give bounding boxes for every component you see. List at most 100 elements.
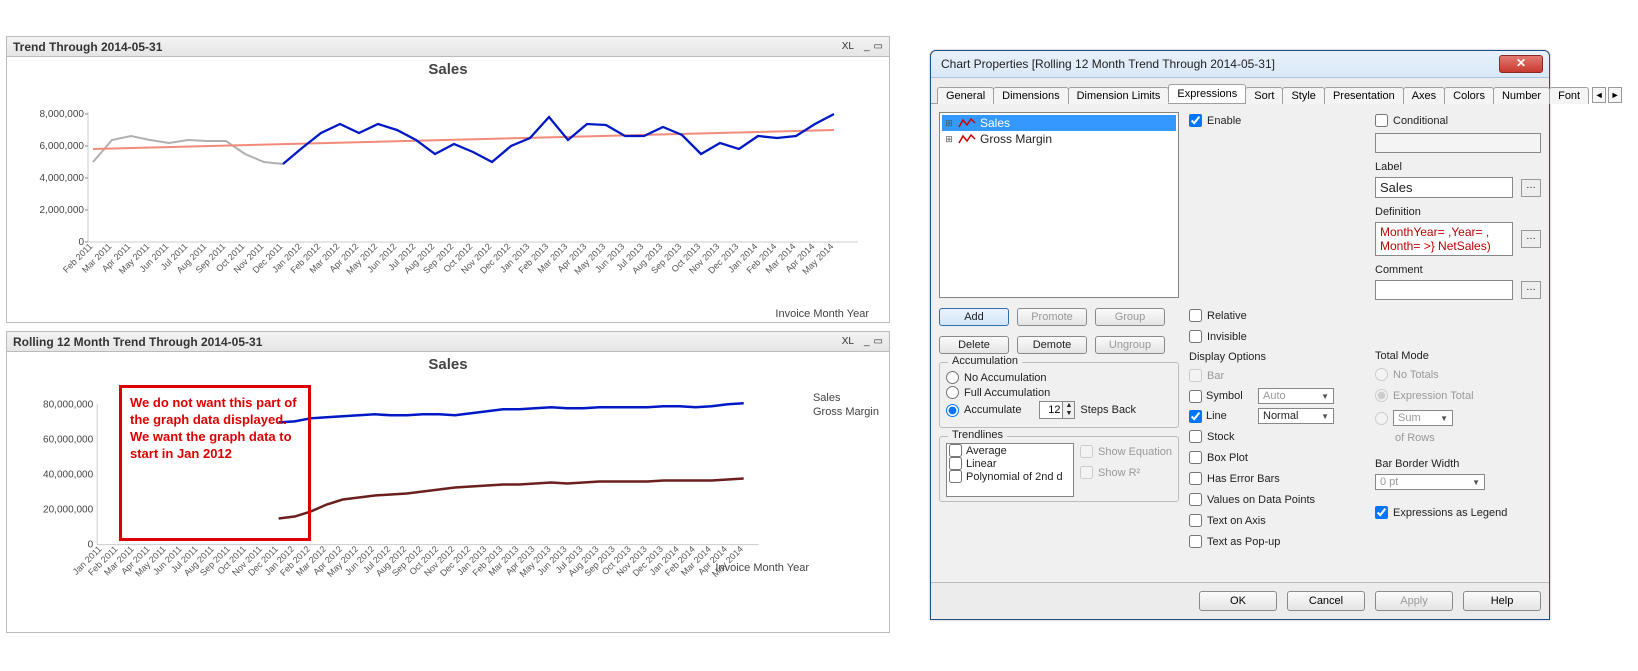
svg-text:80,000,000: 80,000,000 bbox=[43, 399, 94, 410]
check-enable[interactable] bbox=[1189, 114, 1202, 127]
steps-back-input[interactable] bbox=[1040, 402, 1062, 418]
tab-expressions[interactable]: Expressions bbox=[1168, 84, 1246, 103]
expand-icon[interactable]: ⊞ bbox=[944, 118, 954, 129]
tab-number[interactable]: Number bbox=[1493, 87, 1550, 104]
tab-colors[interactable]: Colors bbox=[1444, 87, 1494, 104]
check-trend-avg[interactable] bbox=[949, 444, 962, 457]
help-button[interactable]: Help bbox=[1463, 591, 1541, 611]
tab-dimensions[interactable]: Dimensions bbox=[993, 87, 1068, 104]
demote-button[interactable]: Demote bbox=[1017, 336, 1087, 354]
definition-input[interactable]: MonthYear= ,Year= , Month= >} NetSales) bbox=[1375, 222, 1513, 256]
check-stock[interactable] bbox=[1189, 430, 1202, 443]
symbol-select[interactable]: Auto▼ bbox=[1258, 388, 1334, 404]
ungroup-button[interactable]: Ungroup bbox=[1095, 336, 1165, 354]
tree-item-sales[interactable]: ⊞ Sales bbox=[942, 115, 1176, 131]
label-conditional: Conditional bbox=[1393, 115, 1448, 127]
tab-presentation[interactable]: Presentation bbox=[1324, 87, 1404, 104]
dialog-close-button[interactable]: ✕ bbox=[1499, 55, 1543, 73]
ok-button[interactable]: OK bbox=[1199, 591, 1277, 611]
chart2-xl-menu[interactable]: XL bbox=[842, 336, 854, 347]
radio-no-accum[interactable] bbox=[946, 371, 959, 384]
dialog-titlebar[interactable]: Chart Properties [Rolling 12 Month Trend… bbox=[931, 51, 1549, 78]
check-symbol[interactable] bbox=[1189, 390, 1202, 403]
check-values-on-pts[interactable] bbox=[1189, 493, 1202, 506]
check-trend-poly2[interactable] bbox=[949, 470, 962, 483]
spin-up-icon[interactable]: ▲ bbox=[1063, 402, 1074, 410]
check-boxplot[interactable] bbox=[1189, 451, 1202, 464]
tab-sort[interactable]: Sort bbox=[1245, 87, 1283, 104]
tab-dimension-limits[interactable]: Dimension Limits bbox=[1068, 87, 1170, 104]
delete-button[interactable]: Delete bbox=[939, 336, 1009, 354]
radio-no-totals bbox=[1375, 368, 1388, 381]
label-error-bars: Has Error Bars bbox=[1207, 473, 1280, 485]
check-relative[interactable] bbox=[1189, 309, 1202, 322]
tree-item-gm[interactable]: ⊞ Gross Margin bbox=[942, 131, 1176, 147]
chart1-maximize-icon[interactable]: ▭ bbox=[874, 41, 883, 52]
apply-button[interactable]: Apply bbox=[1375, 591, 1453, 611]
check-expr-legend[interactable] bbox=[1375, 506, 1388, 519]
definition-ellipsis-button[interactable]: … bbox=[1521, 230, 1541, 248]
chart1-series-prior bbox=[93, 136, 283, 164]
chart1-xl-menu[interactable]: XL bbox=[842, 41, 854, 52]
tab-style[interactable]: Style bbox=[1282, 87, 1324, 104]
label-values-on-pts: Values on Data Points bbox=[1207, 494, 1315, 506]
chart2-minimize-icon[interactable]: _ bbox=[864, 336, 870, 347]
check-line[interactable] bbox=[1189, 410, 1202, 423]
check-trend-lin[interactable] bbox=[949, 457, 962, 470]
definition-field: Definition bbox=[1375, 206, 1541, 218]
chart1-plot: 0 2,000,000 4,000,000 6,000,000 8,000,00… bbox=[7, 82, 889, 322]
check-invisible[interactable] bbox=[1189, 330, 1202, 343]
label-expr-total: Expression Total bbox=[1393, 390, 1474, 402]
spin-down-icon[interactable]: ▼ bbox=[1063, 410, 1074, 418]
chart2-header: Rolling 12 Month Trend Through 2014-05-3… bbox=[7, 332, 889, 352]
comment-input[interactable] bbox=[1375, 280, 1513, 300]
cancel-button[interactable]: Cancel bbox=[1287, 591, 1365, 611]
comment-ellipsis-button[interactable]: … bbox=[1521, 281, 1541, 299]
check-text-axis[interactable] bbox=[1189, 514, 1202, 527]
trendlines-list[interactable]: Average Linear Polynomial of 2nd d bbox=[946, 443, 1074, 497]
check-error-bars[interactable] bbox=[1189, 472, 1202, 485]
radio-accumulate[interactable] bbox=[946, 404, 959, 417]
sum-select: Sum▼ bbox=[1393, 410, 1453, 426]
tab-font[interactable]: Font bbox=[1549, 87, 1589, 104]
chart1-y-ticks: 0 2,000,000 4,000,000 6,000,000 8,000,00… bbox=[40, 109, 89, 248]
expand-icon[interactable]: ⊞ bbox=[944, 134, 954, 145]
bar-border-select[interactable]: 0 pt▼ bbox=[1375, 474, 1485, 490]
tab-general[interactable]: General bbox=[937, 87, 994, 104]
tab-scroll-right[interactable]: ► bbox=[1608, 87, 1622, 103]
label-ellipsis-button[interactable]: … bbox=[1521, 179, 1541, 197]
svg-text:60,000,000: 60,000,000 bbox=[43, 434, 94, 445]
tab-scroll-left[interactable]: ◄ bbox=[1592, 87, 1606, 103]
group-button[interactable]: Group bbox=[1095, 308, 1165, 326]
add-button[interactable]: Add bbox=[939, 308, 1009, 326]
tab-axes[interactable]: Axes bbox=[1403, 87, 1445, 104]
line-chart-icon bbox=[958, 117, 976, 129]
label-trend-poly2: Polynomial of 2nd d bbox=[966, 471, 1063, 483]
radio-expr-total bbox=[1375, 389, 1388, 402]
radio-full-accum[interactable] bbox=[946, 386, 959, 399]
promote-button[interactable]: Promote bbox=[1017, 308, 1087, 326]
chart2-header-title: Rolling 12 Month Trend Through 2014-05-3… bbox=[13, 335, 262, 349]
chart1-header-title: Trend Through 2014-05-31 bbox=[13, 40, 162, 54]
chart1-panel: Trend Through 2014-05-31 XL _ ▭ Sales 0 … bbox=[6, 36, 890, 323]
line-select[interactable]: Normal▼ bbox=[1258, 408, 1334, 424]
chart2-legend: Sales Gross Margin bbox=[813, 391, 879, 419]
chart1-minimize-icon[interactable]: _ bbox=[864, 41, 870, 52]
conditional-input[interactable] bbox=[1375, 133, 1541, 153]
label-show-r2: Show R² bbox=[1098, 467, 1140, 479]
check-conditional[interactable] bbox=[1375, 114, 1388, 127]
comment-field: Comment bbox=[1375, 264, 1541, 276]
chart2-maximize-icon[interactable]: ▭ bbox=[874, 336, 883, 347]
chart1-x-axis-label: Invoice Month Year bbox=[775, 308, 869, 320]
svg-text:8,000,000: 8,000,000 bbox=[40, 109, 85, 120]
label-accumulate: Accumulate bbox=[964, 404, 1021, 416]
svg-text:40,000,000: 40,000,000 bbox=[43, 469, 94, 480]
check-show-eq bbox=[1080, 445, 1093, 458]
check-text-popup[interactable] bbox=[1189, 535, 1202, 548]
label-input[interactable]: Sales bbox=[1375, 177, 1513, 198]
expressions-tree[interactable]: ⊞ Sales ⊞ Gross Margin bbox=[939, 112, 1179, 298]
label-symbol: Symbol bbox=[1206, 390, 1254, 402]
label-trend-avg: Average bbox=[966, 445, 1007, 457]
chart2-x-ticks: Jan 2011 Feb 2011 Mar 2011 Apr 2011 May … bbox=[71, 544, 745, 579]
steps-back-spin[interactable]: ▲▼ bbox=[1039, 401, 1075, 419]
